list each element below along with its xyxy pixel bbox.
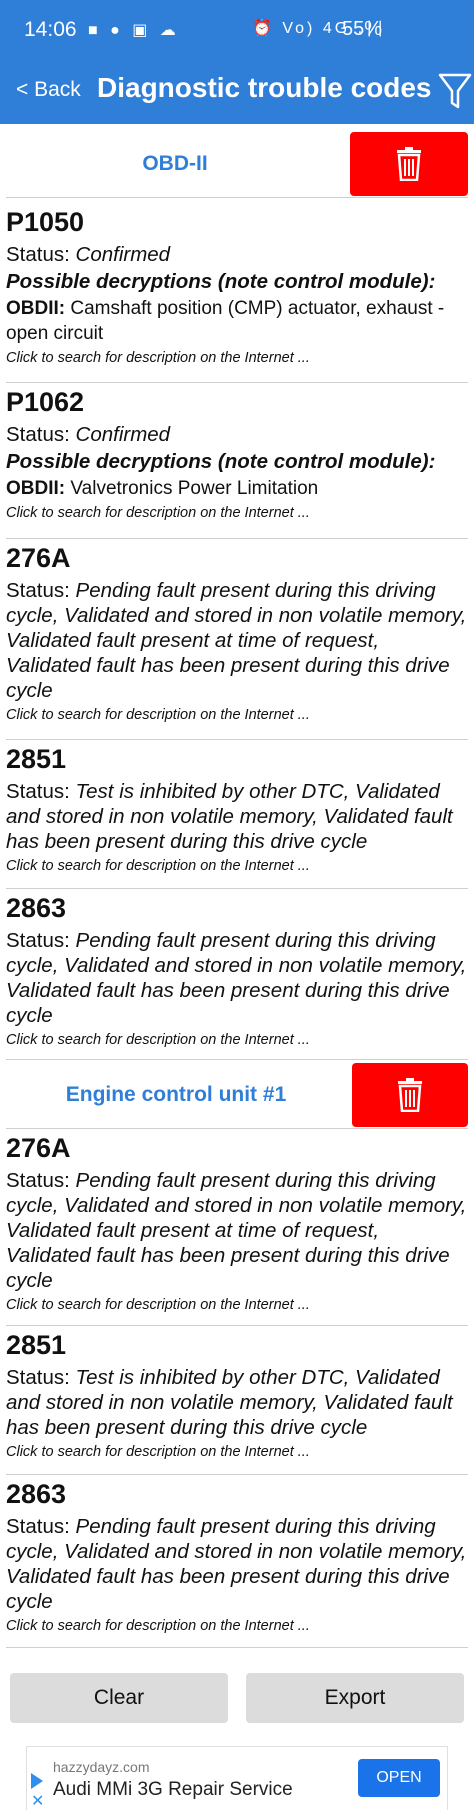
dtc-status: Status: Confirmed bbox=[6, 242, 468, 267]
section-title: Engine control unit #1 bbox=[65, 1083, 287, 1106]
divider bbox=[6, 1059, 468, 1060]
dtc-code: 2863 bbox=[6, 1479, 67, 1509]
dtc-code: P1050 bbox=[6, 207, 85, 237]
status-value: Pending fault present during this drivin… bbox=[6, 929, 467, 1027]
filter-icon[interactable] bbox=[438, 71, 472, 111]
dtc-code: 2851 bbox=[6, 744, 67, 774]
dtc-status: Status: Pending fault present during thi… bbox=[6, 1514, 468, 1614]
trash-icon bbox=[397, 147, 421, 181]
divider bbox=[6, 197, 468, 198]
dtc-item[interactable]: 276A Status: Pending fault present durin… bbox=[6, 542, 468, 725]
status-label: Status: bbox=[6, 1169, 70, 1192]
dtc-status: Status: Pending fault present during thi… bbox=[6, 1168, 468, 1293]
divider bbox=[6, 1474, 468, 1475]
obd-label: OBDII: bbox=[6, 478, 66, 499]
dtc-status: Status: Test is inhibited by other DTC, … bbox=[6, 1365, 468, 1440]
ad-domain: hazzydayz.com bbox=[53, 1759, 150, 1775]
ad-title[interactable]: Audi MMi 3G Repair Service bbox=[53, 1779, 293, 1801]
search-link[interactable]: Click to search for description on the I… bbox=[6, 705, 468, 725]
dtc-code: 276A bbox=[6, 1133, 71, 1163]
dtc-status: Status: Pending fault present during thi… bbox=[6, 578, 468, 703]
ad-open-button[interactable]: OPEN bbox=[358, 1759, 440, 1797]
divider bbox=[6, 382, 468, 383]
page-title: Diagnostic trouble codes bbox=[97, 72, 432, 103]
status-label: Status: bbox=[6, 1366, 70, 1389]
obd-text: Valvetronics Power Limitation bbox=[70, 478, 319, 499]
divider bbox=[6, 1647, 468, 1648]
status-bar: 14:06 ■ ● ▣ ☁ ⏰ Vo) 4G .∣∣ 55% bbox=[0, 0, 474, 60]
obd-label: OBDII: bbox=[6, 298, 66, 319]
status-value: Pending fault present during this drivin… bbox=[6, 1515, 467, 1613]
status-label: Status: bbox=[6, 579, 70, 602]
dtc-code: 276A bbox=[6, 543, 71, 573]
divider bbox=[6, 1128, 468, 1129]
search-link[interactable]: Click to search for description on the I… bbox=[6, 503, 468, 523]
status-label: Status: bbox=[6, 423, 70, 446]
dtc-item[interactable]: P1050 Status: Confirmed Possible decrypt… bbox=[6, 206, 468, 368]
search-link[interactable]: Click to search for description on the I… bbox=[6, 1616, 468, 1636]
obd-text: Camshaft position (CMP) actuator, exhaus… bbox=[6, 298, 445, 344]
dtc-code: 2863 bbox=[6, 893, 67, 923]
search-link[interactable]: Click to search for description on the I… bbox=[6, 348, 468, 368]
export-button[interactable]: Export bbox=[246, 1673, 464, 1723]
trash-icon bbox=[398, 1078, 422, 1112]
delete-button[interactable] bbox=[352, 1063, 468, 1127]
app-bar: < Back Diagnostic trouble codes bbox=[0, 60, 474, 124]
dtc-code: P1062 bbox=[6, 387, 85, 417]
search-link[interactable]: Click to search for description on the I… bbox=[6, 1030, 468, 1050]
dtc-item[interactable]: 276A Status: Pending fault present durin… bbox=[6, 1132, 468, 1315]
dtc-item[interactable]: 2863 Status: Pending fault present durin… bbox=[6, 1478, 468, 1636]
obd-description: OBDII: Valvetronics Power Limitation bbox=[6, 476, 468, 501]
section-title: OBD-II bbox=[142, 152, 208, 175]
clear-button[interactable]: Clear bbox=[10, 1673, 228, 1723]
status-label: Status: bbox=[6, 929, 70, 952]
dtc-item[interactable]: 2851 Status: Test is inhibited by other … bbox=[6, 743, 468, 876]
status-value: Pending fault present during this drivin… bbox=[6, 1169, 467, 1292]
dtc-item[interactable]: 2851 Status: Test is inhibited by other … bbox=[6, 1329, 468, 1462]
section-header-engine-control-unit: Engine control unit #1 bbox=[0, 1063, 474, 1127]
dtc-item[interactable]: 2863 Status: Pending fault present durin… bbox=[6, 892, 468, 1050]
obd-description: OBDII: Camshaft position (CMP) actuator,… bbox=[6, 296, 468, 346]
delete-button[interactable] bbox=[350, 132, 468, 196]
status-value: Confirmed bbox=[75, 423, 171, 446]
notification-icons: ■ ● ▣ ☁ bbox=[88, 22, 180, 39]
battery-level: 55% bbox=[342, 18, 383, 40]
status-time: 14:06 bbox=[24, 18, 77, 41]
search-link[interactable]: Click to search for description on the I… bbox=[6, 1442, 468, 1462]
status-label: Status: bbox=[6, 1515, 70, 1538]
status-label: Status: bbox=[6, 243, 70, 266]
status-value: Test is inhibited by other DTC, Validate… bbox=[6, 1366, 453, 1439]
dtc-status: Status: Confirmed bbox=[6, 422, 468, 447]
back-button[interactable]: < Back bbox=[16, 78, 81, 102]
search-link[interactable]: Click to search for description on the I… bbox=[6, 856, 468, 876]
divider bbox=[6, 739, 468, 740]
ad-close-icon[interactable]: ✕ bbox=[31, 1791, 44, 1810]
dtc-status: Status: Test is inhibited by other DTC, … bbox=[6, 779, 468, 854]
dtc-item[interactable]: P1062 Status: Confirmed Possible decrypt… bbox=[6, 386, 468, 523]
possible-decryptions: Possible decryptions (note control modul… bbox=[6, 270, 436, 293]
ad-banner[interactable]: ✕ hazzydayz.com Audi MMi 3G Repair Servi… bbox=[26, 1746, 448, 1810]
search-link[interactable]: Click to search for description on the I… bbox=[6, 1295, 468, 1315]
status-value: Test is inhibited by other DTC, Validate… bbox=[6, 780, 453, 853]
status-value: Pending fault present during this drivin… bbox=[6, 579, 467, 702]
possible-decryptions: Possible decryptions (note control modul… bbox=[6, 450, 436, 473]
status-label: Status: bbox=[6, 780, 70, 803]
divider bbox=[6, 1325, 468, 1326]
dtc-code: 2851 bbox=[6, 1330, 67, 1360]
dtc-status: Status: Pending fault present during thi… bbox=[6, 928, 468, 1028]
ad-play-icon[interactable] bbox=[31, 1773, 43, 1789]
divider bbox=[6, 538, 468, 539]
section-header-obd2: OBD-II bbox=[0, 132, 474, 196]
status-value: Confirmed bbox=[75, 243, 171, 266]
divider bbox=[6, 888, 468, 889]
